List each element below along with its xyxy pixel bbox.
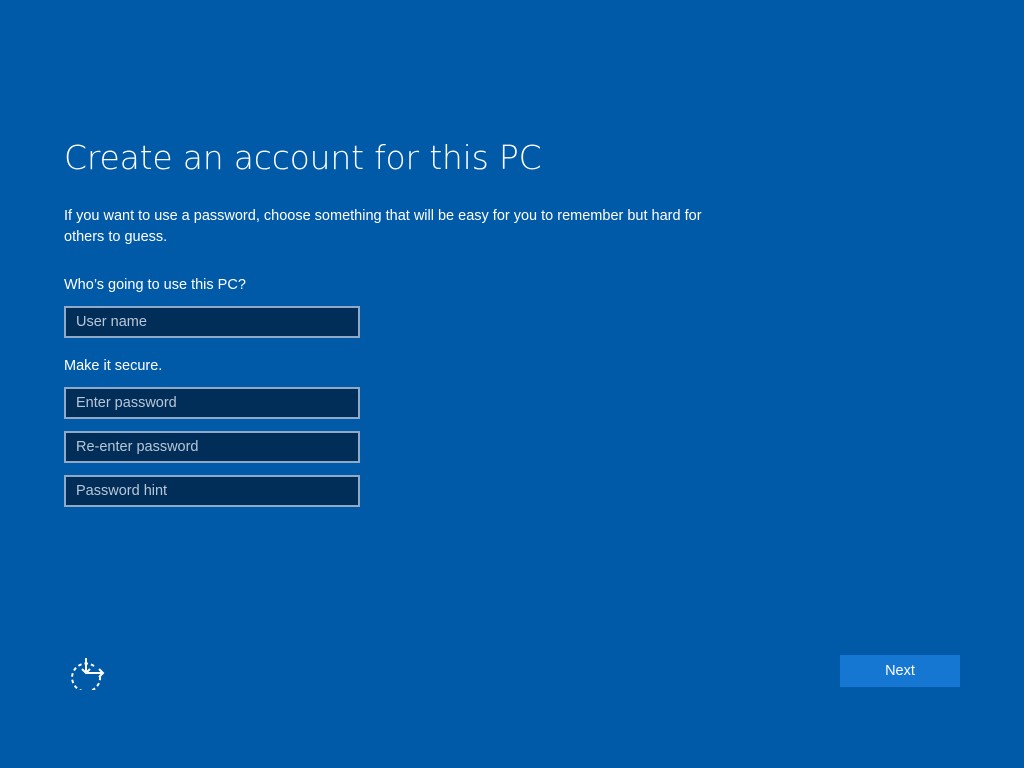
user-name-input[interactable] bbox=[64, 306, 360, 338]
ease-of-access-icon bbox=[71, 658, 105, 693]
enter-password-input[interactable] bbox=[64, 387, 360, 419]
make-secure-label: Make it secure. bbox=[64, 358, 163, 374]
next-button[interactable]: Next bbox=[840, 655, 960, 687]
reenter-password-input[interactable] bbox=[64, 431, 360, 463]
username-question-label: Who’s going to use this PC? bbox=[64, 277, 246, 293]
page-description: If you want to use a password, choose so… bbox=[64, 208, 702, 245]
ease-of-access-button[interactable] bbox=[68, 654, 108, 693]
password-hint-input[interactable] bbox=[64, 475, 360, 507]
page-title: Create an account for this PC bbox=[64, 138, 542, 177]
